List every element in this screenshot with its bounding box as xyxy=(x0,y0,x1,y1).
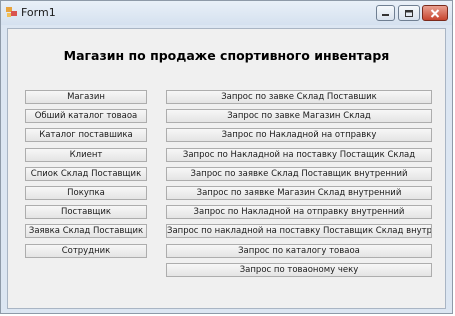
left-menu-button-8[interactable]: Заявка Склад Поставщик xyxy=(25,224,147,239)
title-bar[interactable]: Form1 xyxy=(1,1,452,25)
left-menu-button-7[interactable]: Поставщик xyxy=(25,205,147,220)
query-button-10[interactable]: Запрос по товаоному чеку xyxy=(166,262,432,277)
form-app-icon xyxy=(6,7,17,17)
left-menu-button-1[interactable]: Магазин xyxy=(25,90,147,104)
query-button-8[interactable]: Запрос по накладной на поставку Поставщи… xyxy=(166,224,432,239)
query-button-6[interactable]: Запрос по заявке Магазин Склад внутренни… xyxy=(166,186,432,200)
window-title: Form1 xyxy=(21,6,56,19)
maximize-icon xyxy=(405,9,413,17)
close-button[interactable] xyxy=(422,5,448,21)
maximize-button[interactable] xyxy=(398,5,420,21)
form-window: Form1 Магазин по продаже спортивного инв… xyxy=(0,0,453,314)
query-button-1[interactable]: Запрос по завке Склад Поставшик xyxy=(166,90,432,104)
minimize-icon xyxy=(382,14,389,16)
left-menu-button-3[interactable]: Каталог поставшика xyxy=(25,128,147,143)
form-client-area: Магазин по продаже спортивного инвентаря… xyxy=(7,28,446,309)
left-menu-button-9[interactable]: Сотрудник xyxy=(25,243,147,258)
query-button-7[interactable]: Запрос по Накладной на отправку внутренн… xyxy=(166,205,432,220)
query-button-9[interactable]: Запрос по каталогу товаоа xyxy=(166,243,432,258)
left-menu-button-2[interactable]: Обший каталог товаоа xyxy=(25,109,147,124)
page-title: Магазин по продаже спортивного инвентаря xyxy=(63,48,390,63)
query-button-2[interactable]: Запрос по завке Магазин Склад xyxy=(166,109,432,124)
query-button-3[interactable]: Запрос по Накладной на отправку xyxy=(166,128,432,143)
query-button-5[interactable]: Запрос по заявке Склад Поставщик внутрен… xyxy=(166,166,432,181)
close-icon xyxy=(430,8,440,18)
minimize-button[interactable] xyxy=(376,5,395,21)
left-menu-button-6[interactable]: Покупка xyxy=(25,186,147,200)
query-button-4[interactable]: Запрос по Накладной на поставку Постащик… xyxy=(166,147,432,162)
left-menu-button-5[interactable]: Спиок Склад Поставщик xyxy=(25,166,147,181)
left-menu-button-4[interactable]: Клиент xyxy=(25,147,147,162)
